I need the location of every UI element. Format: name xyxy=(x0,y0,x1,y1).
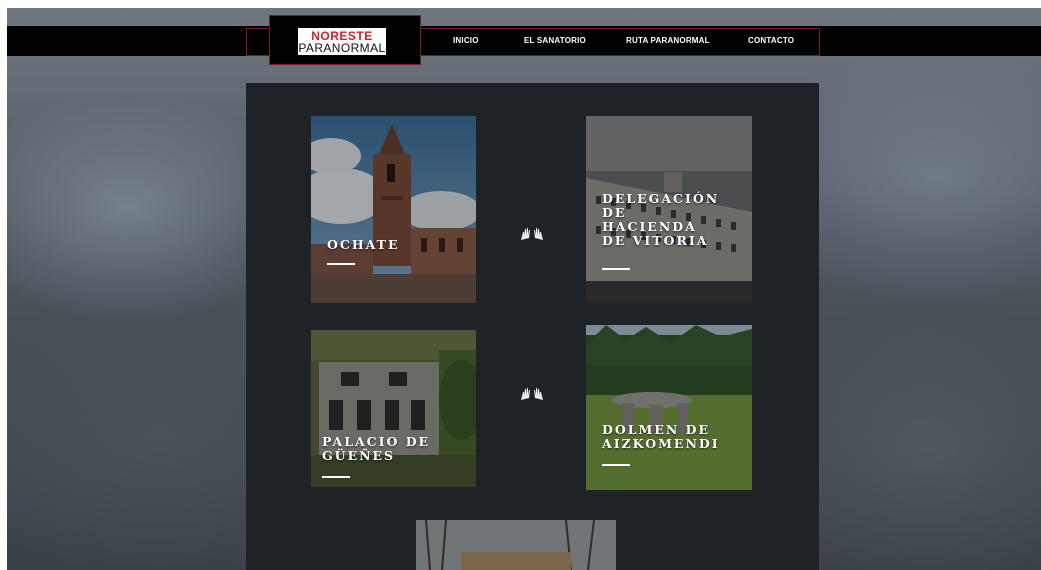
title-underline xyxy=(322,476,350,478)
title-underline xyxy=(602,268,630,270)
card-title: OCHATE xyxy=(327,237,400,252)
card-ochate[interactable]: OCHATE xyxy=(311,116,476,303)
nav-contacto[interactable]: CONTACTO xyxy=(748,36,794,45)
card-title: DELEGACIÓN DE HACIENDA DE VITORIA xyxy=(602,191,720,248)
nav-ruta-paranormal[interactable]: RUTA PARANORMAL xyxy=(626,36,710,45)
page-background: NORESTE PARANORMAL INICIO EL SANATORIO R… xyxy=(7,8,1041,570)
logo-line-2: PARANORMAL xyxy=(298,41,386,55)
partial-photo xyxy=(416,520,616,570)
card-palacio-guenes[interactable]: PALACIO DE GÜEÑES xyxy=(311,330,476,487)
ochate-photo xyxy=(311,116,476,303)
title-underline xyxy=(602,464,630,466)
card-dolmen-aizkomendi[interactable]: DOLMEN DE AIZKOMENDI xyxy=(586,325,752,490)
logo-box[interactable]: NORESTE PARANORMAL xyxy=(269,15,421,65)
card-delegacion-hacienda[interactable]: DELEGACIÓN DE HACIENDA DE VITORIA xyxy=(586,116,752,303)
nav-inicio[interactable]: INICIO xyxy=(453,36,479,45)
title-underline xyxy=(327,263,355,265)
palacio-photo xyxy=(311,330,476,487)
site-logo[interactable]: NORESTE PARANORMAL xyxy=(298,28,386,55)
card-title: DOLMEN DE AIZKOMENDI xyxy=(602,422,720,451)
nav-el-sanatorio[interactable]: EL SANATORIO xyxy=(524,36,586,45)
hands-icon xyxy=(521,228,543,240)
hands-icon xyxy=(521,388,543,400)
card-partial-bottom[interactable] xyxy=(416,520,616,570)
card-title: PALACIO DE GÜEÑES xyxy=(322,434,431,463)
content-panel: OCHATE DELEGACIÓN DE HACIENDA DE VITORIA… xyxy=(246,83,819,570)
